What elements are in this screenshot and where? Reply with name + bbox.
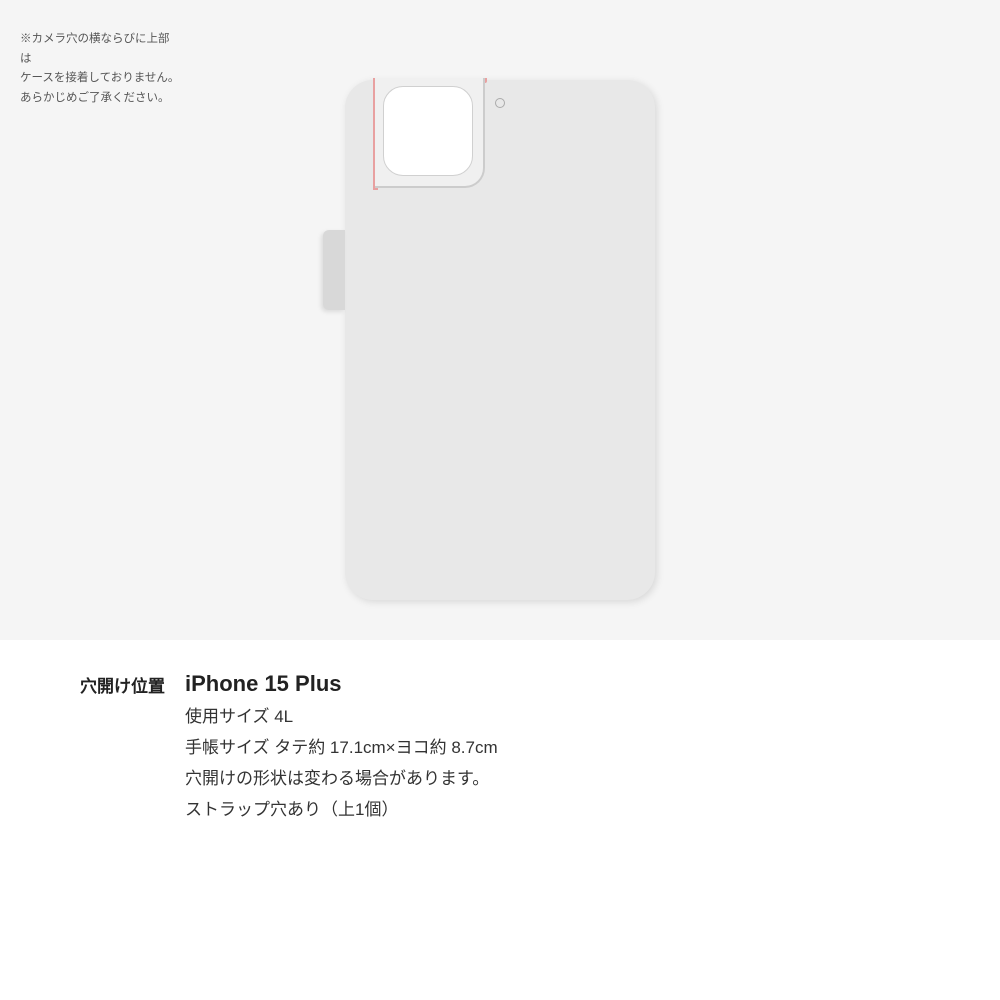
camera-cutout (375, 78, 485, 188)
size-label: 使用サイズ 4L (185, 703, 920, 730)
note-line-3: あらかじめご了承ください。 (20, 89, 180, 109)
info-section: 穴開け位置 iPhone 15 Plus 使用サイズ 4L 手帳サイズ タテ約 … (0, 640, 1000, 863)
case-illustration: ※カメラ穴の横ならびに上部は ケースを接着しておりません。 あらかじめご了承くだ… (0, 0, 1000, 640)
shape-note: 穴開けの形状は変わる場合があります。 (185, 765, 920, 792)
hole-position-label: 穴開け位置 (80, 670, 185, 697)
case-body (345, 80, 655, 600)
note-line-2: ケースを接着しておりません。 (20, 69, 180, 89)
strap-hole-icon (495, 98, 505, 108)
strap-note: ストラップ穴あり（上1個） (185, 796, 920, 823)
page-container: ※カメラ穴の横ならびに上部は ケースを接着しておりません。 あらかじめご了承くだ… (0, 0, 1000, 1000)
dimensions-label: 手帳サイズ タテ約 17.1cm×ヨコ約 8.7cm (185, 734, 920, 761)
note-line-1: ※カメラ穴の横ならびに上部は (20, 30, 180, 69)
camera-note: ※カメラ穴の横ならびに上部は ケースを接着しておりません。 あらかじめご了承くだ… (20, 30, 180, 108)
info-table: 穴開け位置 iPhone 15 Plus 使用サイズ 4L 手帳サイズ タテ約 … (80, 670, 920, 823)
side-tab (323, 230, 345, 310)
info-content: iPhone 15 Plus 使用サイズ 4L 手帳サイズ タテ約 17.1cm… (185, 670, 920, 823)
device-name: iPhone 15 Plus (185, 670, 920, 699)
camera-cutout-inner (383, 86, 473, 176)
